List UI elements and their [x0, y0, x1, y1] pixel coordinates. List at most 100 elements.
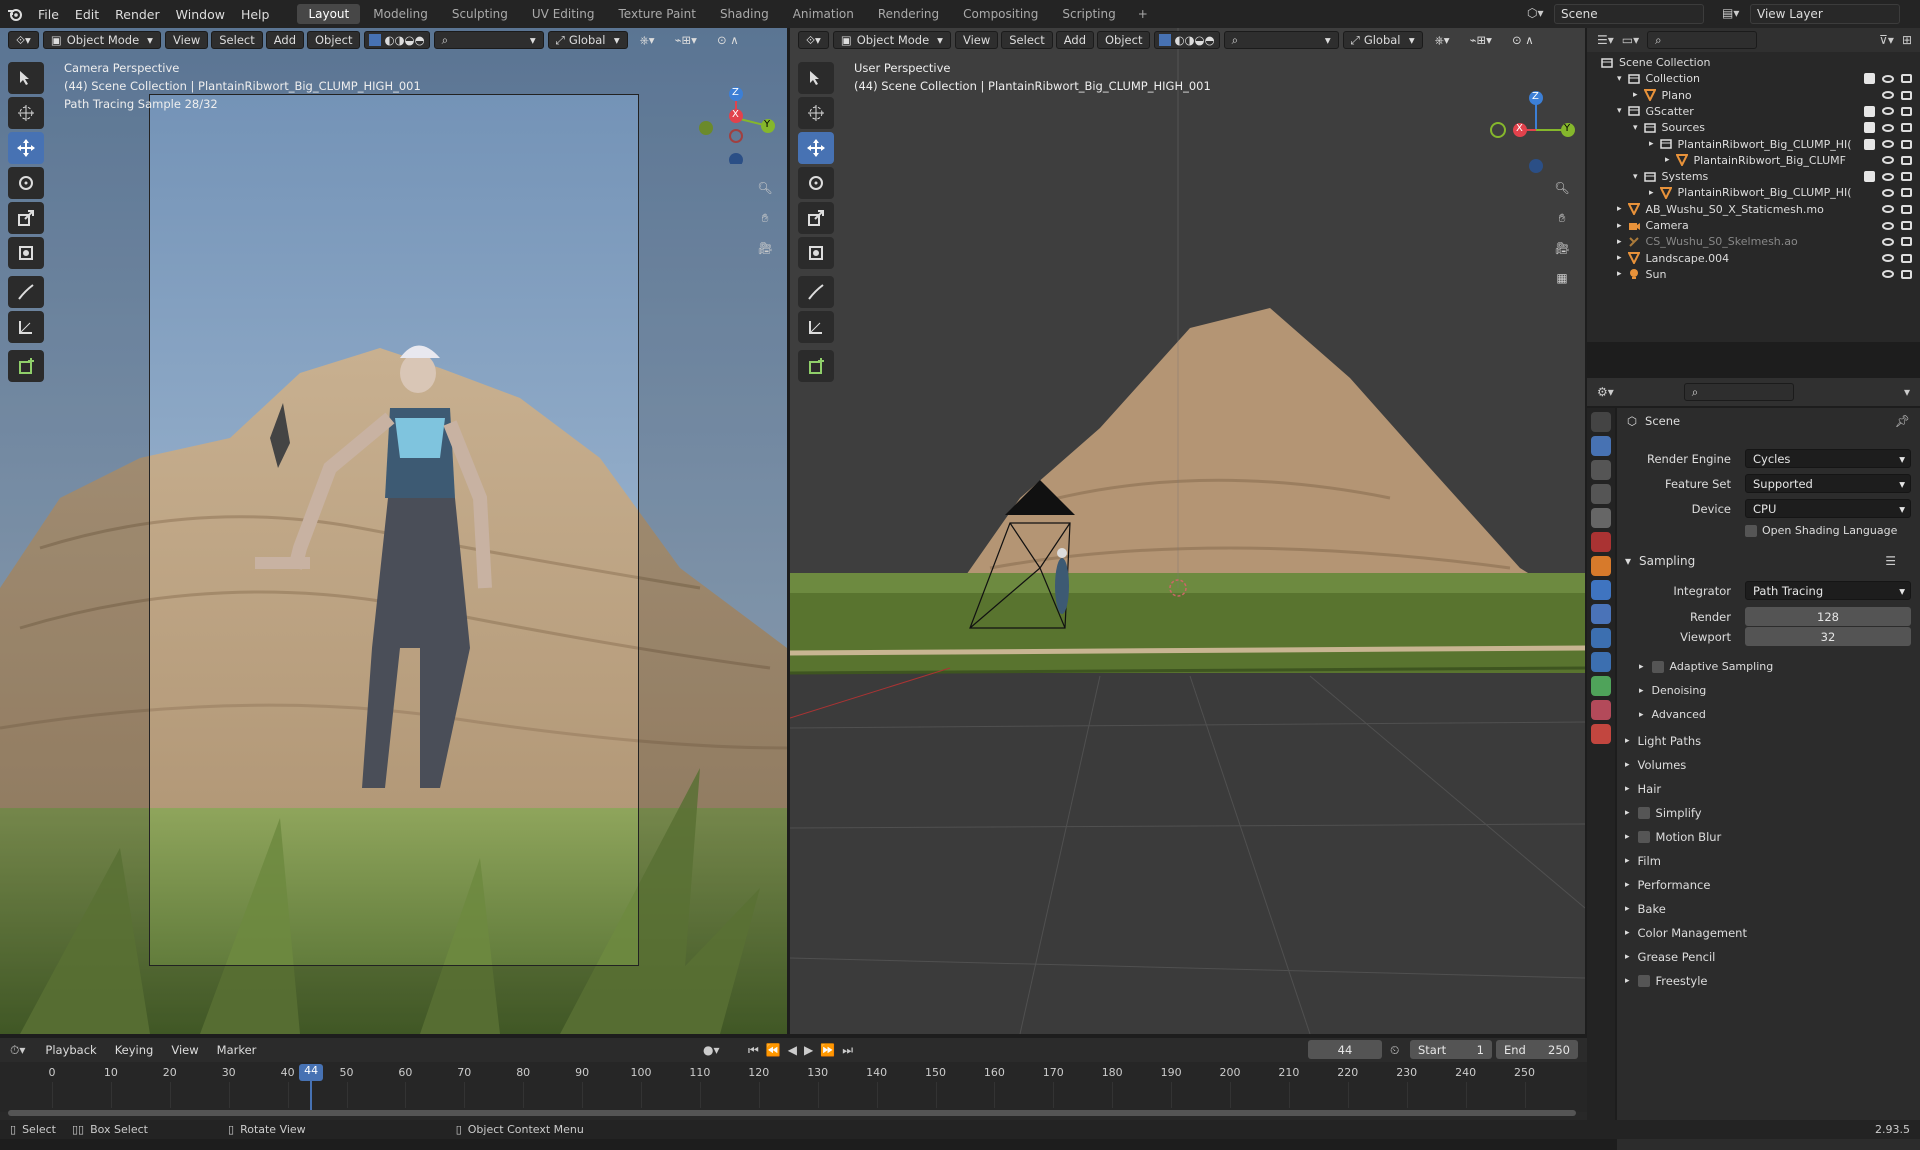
render-camera-icon[interactable] — [1901, 221, 1912, 230]
measure-tool-icon[interactable] — [8, 311, 44, 343]
menu-select-viewport_right[interactable]: Select — [1001, 31, 1053, 49]
editor-type-button-right[interactable]: ⟐▾ — [798, 31, 829, 49]
panel-film[interactable]: ▸ Film — [1625, 854, 1661, 868]
search-field-right[interactable]: ⌕ ▾ — [1223, 31, 1339, 49]
visibility-eye-icon[interactable] — [1882, 237, 1894, 246]
blender-logo-icon[interactable] — [0, 6, 30, 22]
particles-tab-icon[interactable] — [1591, 604, 1611, 624]
scene-selector-icon[interactable]: ⬡▾ — [1527, 6, 1544, 20]
user-viewport[interactable]: ⟐▾ ▣ Object Mode ▾ View Select Add Object ◐◑◒… — [790, 28, 1585, 1034]
menu-edit[interactable]: Edit — [67, 7, 107, 22]
view-layer-icon[interactable]: ▤▾ — [1722, 6, 1739, 20]
tab-texture-paint[interactable]: Texture Paint — [608, 4, 707, 24]
render-camera-icon[interactable] — [1901, 172, 1912, 182]
move-tool-icon[interactable] — [8, 132, 44, 164]
tab-rendering[interactable]: Rendering — [867, 4, 950, 24]
adaptive-sampling-checkbox[interactable] — [1651, 660, 1664, 673]
left-navigation-gizmo[interactable]: Z X Y — [690, 64, 780, 167]
subpanel-advanced[interactable]: ▸ Advanced — [1639, 708, 1706, 721]
expand-arrow-icon[interactable]: ▸ — [1649, 188, 1654, 198]
timeline-editor-icon[interactable]: ⏱▾ — [10, 1043, 25, 1058]
properties-editor-icon[interactable]: ⚙▾ — [1597, 385, 1614, 399]
jump-end-icon[interactable]: ⏭ — [842, 1043, 853, 1058]
render-camera-icon[interactable] — [1901, 139, 1912, 149]
pan-hand-icon[interactable]: ✋︎ — [1548, 204, 1576, 232]
subpanel-denoising[interactable]: ▸ Denoising — [1639, 684, 1706, 697]
exclude-checkbox[interactable] — [1864, 122, 1875, 134]
physics-tab-icon[interactable] — [1591, 628, 1611, 648]
playhead-line[interactable] — [310, 1080, 313, 1110]
render-camera-icon[interactable] — [1901, 204, 1912, 214]
menu-object-viewport_left[interactable]: Object — [307, 31, 361, 49]
visibility-eye-icon[interactable] — [1882, 188, 1894, 197]
panel-simplify[interactable]: ▸ Simplify — [1625, 806, 1702, 820]
rotate-tool-icon[interactable] — [798, 167, 834, 199]
visibility-eye-icon[interactable] — [1882, 156, 1894, 165]
select-box-mode[interactable]: ◐◑◒◓ — [364, 31, 430, 49]
rotate-tool-icon[interactable] — [8, 167, 44, 199]
select-box-mode-right[interactable]: ◐◑◒◓ — [1154, 31, 1220, 49]
menu-file[interactable]: File — [30, 7, 67, 22]
ortho-grid-icon[interactable]: ▦ — [1548, 264, 1576, 292]
right-navigation-gizmo[interactable]: Z X Y — [1490, 64, 1580, 174]
camera-view-icon[interactable]: 🎥︎ — [751, 234, 779, 262]
select-tool-icon[interactable] — [798, 62, 834, 94]
jump-start-icon[interactable]: ⏮ — [748, 1043, 759, 1058]
modifier-tab-icon[interactable] — [1591, 580, 1611, 600]
visibility-eye-icon[interactable] — [1882, 254, 1894, 263]
tab-animation[interactable]: Animation — [782, 4, 865, 24]
constraints-tab-icon[interactable] — [1591, 652, 1611, 672]
visibility-eye-icon[interactable] — [1882, 205, 1894, 214]
outliner-row[interactable]: ▸ Sun — [1617, 265, 1666, 284]
menu-help[interactable]: Help — [233, 7, 278, 22]
render-tab-icon[interactable] — [1591, 436, 1611, 456]
visibility-eye-icon[interactable] — [1882, 221, 1894, 230]
play-reverse-icon[interactable]: ◀ — [788, 1043, 797, 1058]
texture-tab-icon[interactable] — [1591, 724, 1611, 744]
tool-tab-icon[interactable] — [1591, 412, 1611, 432]
expand-arrow-icon[interactable]: ▸ — [1649, 139, 1654, 149]
viewport-samples-field[interactable]: 32 — [1745, 627, 1911, 646]
render-camera-icon[interactable] — [1901, 155, 1912, 165]
integrator-dropdown[interactable]: Path Tracing ▾ — [1745, 581, 1911, 600]
timeline-scrollbar[interactable] — [8, 1110, 1576, 1116]
clock-icon[interactable]: ⏲ — [1390, 1043, 1399, 1058]
editor-type-button[interactable]: ⟐▾ — [8, 31, 39, 49]
render-samples-field[interactable]: 128 — [1745, 607, 1911, 626]
freestyle-checkbox[interactable] — [1637, 975, 1650, 987]
menu-select-viewport_left[interactable]: Select — [211, 31, 263, 49]
transform-tool-icon[interactable] — [8, 237, 44, 269]
add-workspace-button[interactable]: + — [1127, 4, 1159, 24]
move-tool-icon[interactable] — [798, 132, 834, 164]
visibility-eye-icon[interactable] — [1882, 74, 1894, 83]
menu-view-viewport_right[interactable]: View — [954, 31, 999, 49]
data-tab-icon[interactable] — [1591, 676, 1611, 696]
properties-search[interactable]: ⌕ — [1683, 383, 1794, 401]
cursor-tool-icon[interactable] — [798, 97, 834, 129]
menu-window[interactable]: Window — [168, 7, 233, 22]
expand-arrow-icon[interactable]: ▾ — [1617, 74, 1622, 84]
outliner-search[interactable]: ⌕ — [1647, 31, 1758, 49]
proportional-icon-right[interactable]: ⊙ ∧ — [1504, 31, 1542, 49]
visibility-eye-icon[interactable] — [1882, 140, 1894, 148]
panel-bake[interactable]: ▸ Bake — [1625, 902, 1666, 916]
tab-sculpting[interactable]: Sculpting — [441, 4, 519, 24]
panel-color-management[interactable]: ▸ Color Management — [1625, 926, 1747, 940]
render-camera-icon[interactable] — [1901, 106, 1912, 116]
timeline-menu-view[interactable]: View — [163, 1041, 206, 1059]
visibility-eye-icon[interactable] — [1882, 270, 1894, 279]
menu-add-viewport_right[interactable]: Add — [1055, 31, 1094, 49]
view-layer-selector[interactable]: View Layer — [1750, 4, 1900, 24]
snap-icon-right[interactable]: ⌁⊞▾ — [1462, 31, 1500, 49]
left-mode-selector[interactable]: ▣ Object Mode ▾ — [42, 31, 161, 49]
scene-tab-icon[interactable] — [1591, 508, 1611, 528]
presets-list-icon[interactable]: ☰ — [1885, 554, 1896, 568]
playhead-frame-label[interactable]: 44 — [299, 1064, 324, 1081]
current-frame-field[interactable]: 44 — [1308, 1040, 1382, 1059]
expand-arrow-icon[interactable]: ▾ — [1633, 172, 1638, 182]
add-cube-tool-icon[interactable] — [798, 350, 834, 382]
measure-tool-icon[interactable] — [798, 311, 834, 343]
render-engine-dropdown[interactable]: Cycles ▾ — [1745, 449, 1911, 468]
display-mode-icon[interactable]: ▭▾ — [1622, 33, 1639, 47]
snap-icon[interactable]: ⌁⊞▾ — [667, 31, 705, 49]
